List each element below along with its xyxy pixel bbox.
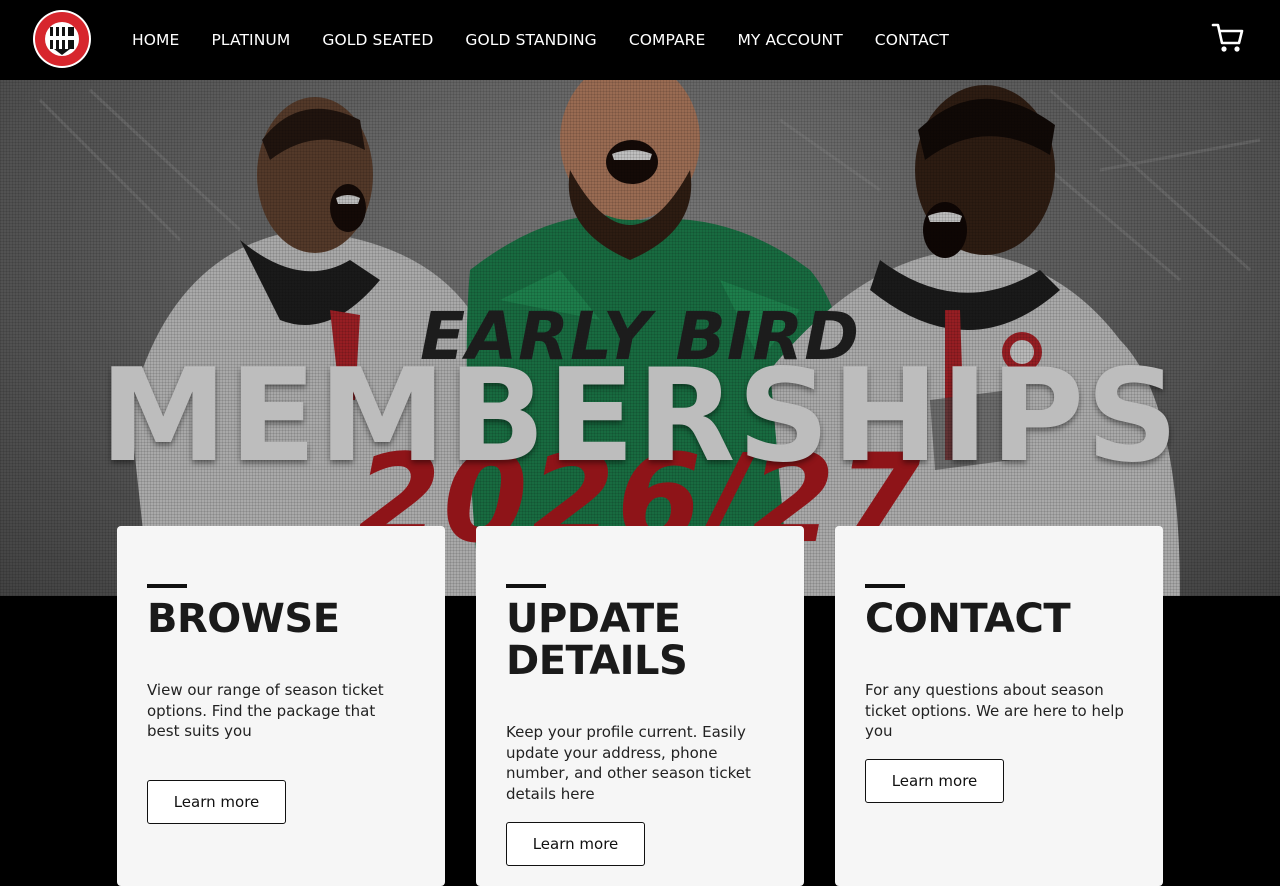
card-accent-bar xyxy=(147,584,187,588)
card-description: Keep your profile current. Easily update… xyxy=(506,723,751,803)
card-description: For any questions about season ticket op… xyxy=(865,681,1124,740)
card-title: UPDATE DETAILS xyxy=(506,596,688,684)
contact-card: CONTACT For any questions about season t… xyxy=(835,526,1163,886)
contact-learn-more-button[interactable]: Learn more xyxy=(865,759,1004,803)
browse-learn-more-button[interactable]: Learn more xyxy=(147,780,286,824)
update-details-learn-more-button[interactable]: Learn more xyxy=(506,822,645,866)
nav-gold-seated[interactable]: GOLD SEATED xyxy=(306,31,449,49)
hero-banner: EARLY BIRD MEMBERSHIPS 2026/27 xyxy=(0,80,1280,596)
cart-icon[interactable] xyxy=(1211,21,1245,55)
main-nav: HOME PLATINUM GOLD SEATED GOLD STANDING … xyxy=(116,0,965,80)
nav-gold-standing[interactable]: GOLD STANDING xyxy=(449,31,612,49)
nav-platinum[interactable]: PLATINUM xyxy=(195,31,306,49)
update-details-card: UPDATE DETAILS Keep your profile current… xyxy=(476,526,804,886)
nav-compare[interactable]: COMPARE xyxy=(613,31,722,49)
nav-my-account[interactable]: MY ACCOUNT xyxy=(721,31,858,49)
browse-card: BROWSE View our range of season ticket o… xyxy=(117,526,445,886)
card-title: BROWSE xyxy=(147,596,340,642)
card-accent-bar xyxy=(506,584,546,588)
card-accent-bar xyxy=(865,584,905,588)
nav-home[interactable]: HOME xyxy=(116,31,195,49)
card-description: View our range of season ticket options.… xyxy=(147,681,384,740)
nav-contact[interactable]: CONTACT xyxy=(859,31,965,49)
club-crest-logo[interactable] xyxy=(32,9,92,69)
top-navigation-bar: HOME PLATINUM GOLD SEATED GOLD STANDING … xyxy=(0,0,1280,80)
hero-title: MEMBERSHIPS xyxy=(99,342,1181,491)
card-title: CONTACT xyxy=(865,596,1071,642)
